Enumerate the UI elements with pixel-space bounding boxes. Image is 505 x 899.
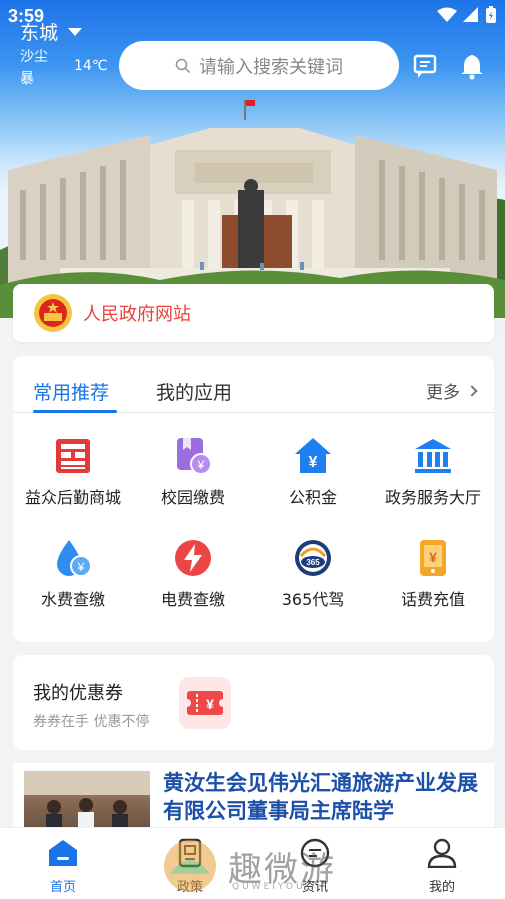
app-phone-recharge[interactable]: ¥ 话费充值 xyxy=(373,538,493,610)
electricity-fee-icon xyxy=(175,540,211,576)
app-label: 水费查缴 xyxy=(40,590,105,609)
svg-text:¥: ¥ xyxy=(429,549,437,565)
app-label: 公积金 xyxy=(288,488,337,507)
weather-temperature: 14℃ xyxy=(74,58,108,74)
app-label: 365代驾 xyxy=(281,590,345,609)
app-government-hall[interactable]: 政务服务大厅 xyxy=(373,436,493,508)
svg-text:¥: ¥ xyxy=(197,458,205,472)
news-thumbnail xyxy=(24,771,150,833)
news-item[interactable]: 黄汝生会见伟光汇通旅游产业发展有限公司董事局主席陆学 xyxy=(13,763,494,833)
city-selector[interactable]: 东城 xyxy=(20,18,83,45)
chevron-down-icon xyxy=(68,27,83,36)
government-hall-icon xyxy=(415,439,451,473)
nav-label: 我的 xyxy=(428,880,455,895)
chevron-right-icon xyxy=(466,384,478,397)
coupon-icon: ¥ xyxy=(179,677,231,729)
app-label: 校园缴费 xyxy=(160,488,225,507)
nav-label: 首页 xyxy=(49,880,76,895)
app-label: 政务服务大厅 xyxy=(384,488,481,507)
app-campus-fee[interactable]: ¥ 校园缴费 xyxy=(133,436,253,508)
watermark-subtext: QUWEIYOU xyxy=(232,882,306,892)
watermark: 趣微游 QUWEIYOU xyxy=(160,836,360,896)
signal-icon xyxy=(463,7,478,22)
app-water-fee[interactable]: ¥ 水费查缴 xyxy=(13,538,133,610)
tab-recommended[interactable]: 常用推荐 xyxy=(33,378,109,405)
hero-banner: 3:59 东城 沙尘暴 14℃ 请输入搜索关键词 xyxy=(0,0,505,318)
more-label: 更多 xyxy=(426,383,460,403)
home-icon xyxy=(49,840,77,866)
weather-description: 沙尘暴 xyxy=(20,49,48,87)
svg-text:¥: ¥ xyxy=(77,560,85,574)
coupon-title: 我的优惠券 xyxy=(33,683,123,704)
watermark-logo-icon xyxy=(164,840,216,892)
app-mall[interactable]: 益众后勤商城 xyxy=(13,436,133,508)
housing-fund-icon: ¥ xyxy=(295,438,331,473)
app-electricity-fee[interactable]: 电费查缴 xyxy=(133,538,253,610)
news-title: 黄汝生会见伟光汇通旅游产业发展有限公司董事局主席陆学 xyxy=(163,770,478,823)
coupon-subtitle: 券券在手 优惠不停 xyxy=(33,714,150,730)
svg-text:¥: ¥ xyxy=(206,696,214,712)
designated-driver-icon: 365 xyxy=(295,540,331,576)
svg-text:¥: ¥ xyxy=(309,454,318,471)
search-placeholder: 请输入搜索关键词 xyxy=(199,56,343,78)
tab-my-apps[interactable]: 我的应用 xyxy=(156,378,232,405)
tab-active-indicator xyxy=(33,410,117,413)
search-icon xyxy=(175,58,191,73)
svg-text:365: 365 xyxy=(306,558,320,567)
app-label: 益众后勤商城 xyxy=(24,488,121,507)
site-name: 人民政府网站 xyxy=(83,304,191,325)
nav-profile[interactable]: 我的 xyxy=(402,838,482,895)
status-icons xyxy=(437,6,497,24)
wifi-icon xyxy=(437,7,457,22)
national-emblem-icon xyxy=(34,294,72,332)
bell-icon[interactable] xyxy=(458,52,486,80)
apps-card: 常用推荐 我的应用 更多 益众后勤商城 ¥ 校园缴费 ¥ 公积金 政务服务大厅 … xyxy=(13,356,494,642)
app-housing-fund[interactable]: ¥ 公积金 xyxy=(253,436,373,508)
water-fee-icon: ¥ xyxy=(57,540,92,577)
campus-fee-icon: ¥ xyxy=(177,438,212,475)
app-label: 话费充值 xyxy=(400,590,465,609)
mall-icon xyxy=(56,439,90,473)
more-link[interactable]: 更多 xyxy=(426,378,478,403)
app-designated-driver[interactable]: 365 365代驾 xyxy=(253,538,373,610)
city-name: 东城 xyxy=(20,22,59,44)
battery-icon xyxy=(486,6,496,23)
apps-tabs: 常用推荐 我的应用 更多 xyxy=(13,356,494,413)
search-input[interactable]: 请输入搜索关键词 xyxy=(119,41,399,90)
phone-recharge-icon: ¥ xyxy=(420,540,446,576)
nav-home[interactable]: 首页 xyxy=(23,838,103,895)
message-icon[interactable] xyxy=(412,52,440,80)
profile-icon xyxy=(427,838,457,869)
app-label: 电费查缴 xyxy=(160,590,225,609)
site-banner[interactable]: 人民政府网站 xyxy=(13,284,494,342)
coupon-card[interactable]: 我的优惠券 券券在手 优惠不停 ¥ xyxy=(13,655,494,750)
